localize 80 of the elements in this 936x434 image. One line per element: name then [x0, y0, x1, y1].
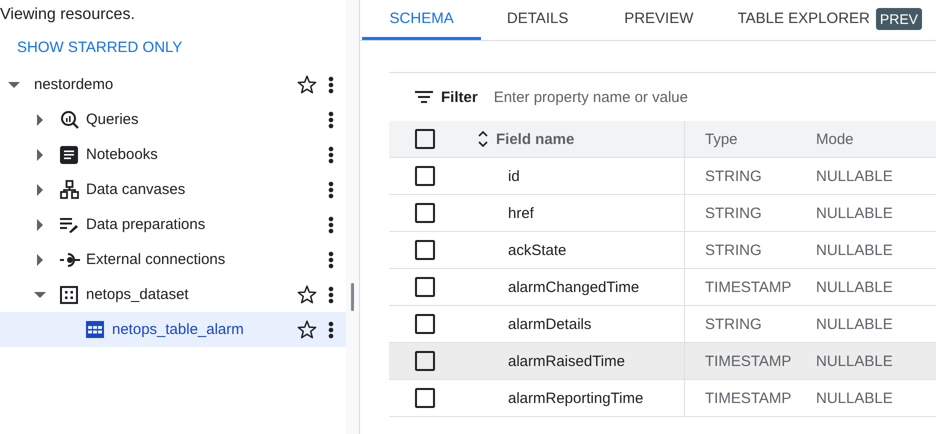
row-checkbox[interactable]: [415, 351, 435, 371]
scrollbar-thumb[interactable]: [351, 283, 354, 311]
tree-item[interactable]: nestordemo: [0, 67, 346, 102]
sort-icon[interactable]: [478, 131, 488, 147]
field-name: href: [508, 204, 534, 222]
field-mode: NULLABLE: [816, 316, 893, 332]
more-options-icon[interactable]: [328, 146, 334, 164]
filter-label: Filter: [441, 88, 478, 106]
column-header: Mode: [816, 130, 854, 148]
row-checkbox[interactable]: [415, 388, 435, 408]
field-type: STRING: [705, 242, 762, 258]
more-options-icon[interactable]: [328, 110, 334, 128]
tab[interactable]: SCHEMA: [362, 0, 482, 40]
notebook-icon: [60, 146, 78, 164]
select-all-checkbox[interactable]: [415, 129, 435, 149]
field-name: alarmChangedTime: [508, 278, 640, 296]
filter-icon[interactable]: [415, 91, 433, 103]
expand-arrow-icon[interactable]: [34, 218, 46, 230]
tree-item[interactable]: netops_table_alarm: [0, 312, 346, 347]
tab[interactable]: PREVIEW: [594, 0, 724, 40]
magnifier-chart-icon: [60, 110, 80, 130]
connection-icon: [60, 252, 80, 268]
field-type: TIMESTAMP: [705, 278, 792, 296]
row-checkbox[interactable]: [415, 203, 435, 223]
more-options-icon[interactable]: [328, 180, 334, 198]
star-icon[interactable]: [297, 285, 317, 304]
tree-item[interactable]: Data preparations: [0, 207, 346, 242]
field-name: alarmRaisedTime: [508, 352, 625, 370]
row-checkbox[interactable]: [415, 277, 435, 297]
column-header: Field name: [496, 130, 574, 148]
expand-arrow-icon[interactable]: [34, 254, 46, 266]
table-row[interactable]: id STRING NULLABLE: [389, 158, 936, 195]
star-icon[interactable]: [297, 320, 317, 339]
table-row[interactable]: alarmRaisedTime TIMESTAMP NULLABLE: [389, 343, 936, 380]
field-mode: NULLABLE: [816, 204, 893, 222]
field-mode: NULLABLE: [816, 390, 893, 406]
field-name: alarmDetails: [508, 316, 592, 332]
more-options-icon[interactable]: [328, 286, 334, 304]
field-type: TIMESTAMP: [705, 352, 792, 370]
dataset-icon: [60, 286, 78, 304]
field-name: id: [508, 168, 520, 184]
more-options-icon[interactable]: [328, 216, 334, 234]
tree-item[interactable]: Data canvases: [0, 172, 346, 207]
row-checkbox[interactable]: [415, 314, 435, 334]
lines-pencil-icon: [60, 216, 78, 232]
field-mode: NULLABLE: [816, 352, 893, 370]
tab[interactable]: DETAILS: [481, 0, 594, 40]
show-starred-link[interactable]: SHOW STARRED ONLY: [17, 39, 182, 56]
expand-arrow-icon[interactable]: [34, 184, 46, 196]
field-mode: NULLABLE: [816, 242, 893, 258]
table-icon: [86, 321, 104, 338]
star-icon[interactable]: [297, 75, 317, 94]
table-row[interactable]: alarmReportingTime TIMESTAMP NULLABLE: [389, 380, 936, 417]
field-type: STRING: [705, 316, 762, 332]
field-type: STRING: [705, 204, 762, 222]
field-mode: NULLABLE: [816, 278, 893, 296]
node-diagram-icon: [60, 180, 79, 199]
more-options-icon[interactable]: [328, 320, 334, 338]
table-row[interactable]: ackState STRING NULLABLE: [389, 232, 936, 269]
field-type: STRING: [705, 168, 762, 184]
row-checkbox[interactable]: [415, 166, 435, 186]
field-name: ackState: [508, 242, 566, 258]
field-mode: NULLABLE: [816, 168, 893, 184]
tree-item[interactable]: External connections: [0, 242, 346, 277]
expand-arrow-icon[interactable]: [34, 114, 46, 126]
tree-item[interactable]: netops_dataset: [0, 277, 346, 312]
tree-item[interactable]: Notebooks: [0, 137, 346, 172]
field-type: TIMESTAMP: [705, 390, 792, 406]
status-text: Viewing resources.: [0, 5, 136, 25]
table-row[interactable]: href STRING NULLABLE: [389, 195, 936, 232]
column-header: Type: [705, 130, 738, 148]
expand-arrow-icon[interactable]: [34, 148, 46, 160]
tab[interactable]: TABLE EXPLORER PREV: [724, 0, 936, 40]
more-options-icon[interactable]: [328, 250, 334, 268]
tree-item[interactable]: Queries: [0, 102, 346, 137]
row-checkbox[interactable]: [415, 240, 435, 260]
field-name: alarmReportingTime: [508, 390, 644, 406]
preview-badge: PREV: [876, 8, 922, 30]
more-options-icon[interactable]: [328, 76, 334, 94]
table-row[interactable]: alarmChangedTime TIMESTAMP NULLABLE: [389, 269, 936, 306]
